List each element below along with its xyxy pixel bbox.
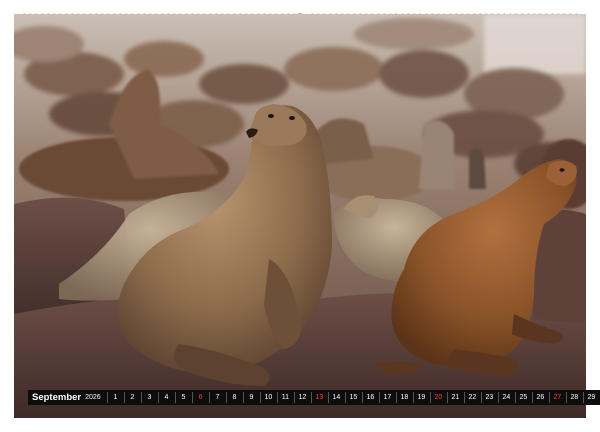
calendar-photo [14, 14, 586, 418]
day-cell: 11 [276, 392, 294, 403]
day-cell: 1 [106, 392, 124, 403]
day-cell: 24 [497, 392, 515, 403]
day-cell: 7 [208, 392, 226, 403]
day-cell: 16 [361, 392, 379, 403]
day-cell: 14 [327, 392, 345, 403]
day-cell: 4 [157, 392, 175, 403]
sea-lion-photo [14, 14, 586, 418]
day-cell: 27 [548, 392, 566, 403]
day-cell: 21 [446, 392, 464, 403]
day-cell: 23 [480, 392, 498, 403]
day-cell: 29 [582, 392, 600, 403]
day-cell: 15 [344, 392, 362, 403]
day-row: 1 2 3 4 5 6 7 8 9 10 11 12 13 14 15 16 17 18 19 20 21 22 23 24 2… [106, 392, 600, 403]
year-label: 2026 [85, 394, 101, 401]
day-cell: 9 [242, 392, 260, 403]
day-cell: 26 [531, 392, 549, 403]
day-cell: 17 [378, 392, 396, 403]
day-cell: 19 [412, 392, 430, 403]
day-cell: 28 [565, 392, 583, 403]
day-cell: 5 [174, 392, 192, 403]
day-cell: 13 [310, 392, 328, 403]
day-cell: 3 [140, 392, 158, 403]
day-cell: 6 [191, 392, 209, 403]
day-cell: 25 [514, 392, 532, 403]
day-cell: 18 [395, 392, 413, 403]
day-cell: 12 [293, 392, 311, 403]
day-cell: 8 [225, 392, 243, 403]
day-cell: 2 [123, 392, 141, 403]
day-cell: 20 [429, 392, 447, 403]
day-cell: 22 [463, 392, 481, 403]
month-label: September [32, 392, 82, 403]
day-cell: 10 [259, 392, 277, 403]
calendar-strip: September 2026 1 2 3 4 5 6 7 8 9 10 11 12 13 14 15 16 17… [28, 390, 600, 405]
